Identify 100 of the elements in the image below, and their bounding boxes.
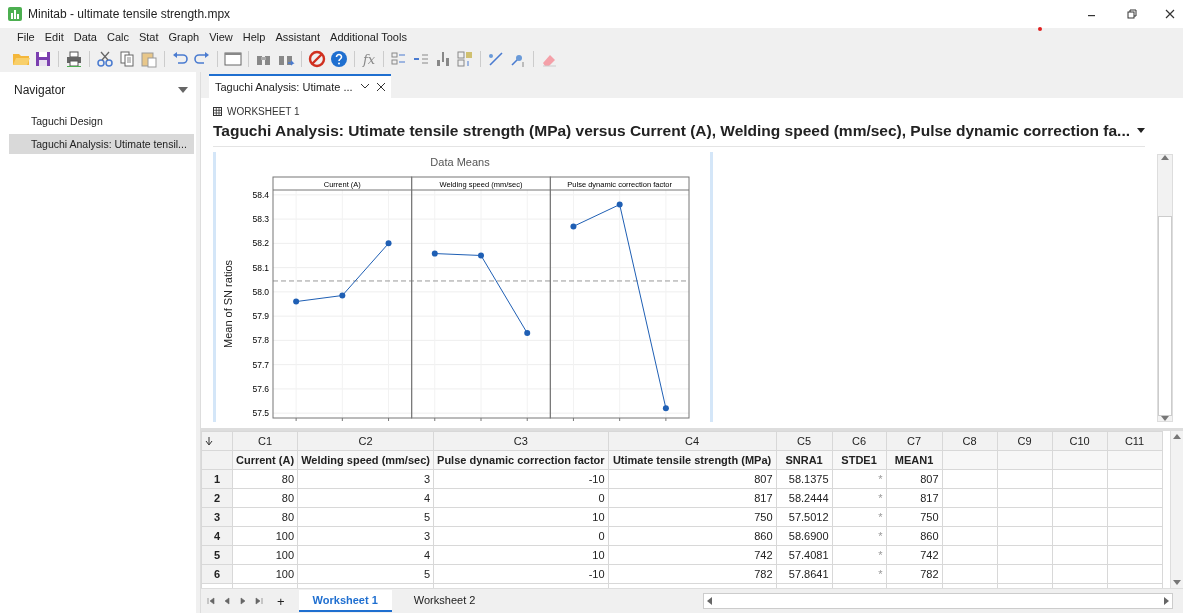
- scroll-left-icon[interactable]: [707, 597, 712, 606]
- column-header[interactable]: C11: [1107, 431, 1163, 451]
- scroll-up-icon[interactable]: [1161, 154, 1169, 160]
- close-icon[interactable]: [1165, 9, 1175, 19]
- column-header[interactable]: C6: [832, 431, 887, 451]
- point: [385, 240, 392, 247]
- tick-label: 58.1: [252, 262, 269, 273]
- table-cell: 750: [608, 507, 777, 527]
- table-cell: *: [832, 526, 887, 546]
- save-icon[interactable]: [34, 50, 52, 68]
- notification-dot: [1038, 27, 1042, 31]
- table-cell: 58.1375: [776, 469, 833, 489]
- table-cell: 860: [886, 526, 943, 546]
- table-cell: 782: [608, 564, 777, 584]
- table-cell: 10: [433, 545, 609, 565]
- scrollbar[interactable]: [1170, 431, 1183, 589]
- menu-item[interactable]: File: [12, 31, 40, 43]
- table-cell: 10: [433, 507, 609, 527]
- menu-item[interactable]: Calc: [101, 31, 134, 43]
- menu-item[interactable]: Edit: [39, 31, 69, 43]
- add-sheet-button[interactable]: +: [271, 593, 291, 609]
- table-cell: 100: [232, 545, 298, 565]
- table-cell: -10: [433, 564, 609, 584]
- scrollbar[interactable]: [703, 593, 1173, 610]
- menu-item[interactable]: Assistant: [270, 31, 326, 43]
- tick-label: 57.6: [252, 383, 269, 394]
- sheet-tab[interactable]: Worksheet 1: [298, 590, 392, 613]
- window-icon[interactable]: [224, 50, 242, 68]
- point: [570, 223, 577, 230]
- tick-label: 58.4: [252, 189, 269, 200]
- scrollbar[interactable]: [1157, 153, 1173, 422]
- menu-item[interactable]: Graph: [163, 31, 205, 43]
- window-title: Minitab - ultimate tensile strength.mpx: [28, 7, 231, 21]
- table-cell: 80: [232, 507, 298, 527]
- column-header[interactable]: C9: [997, 431, 1053, 451]
- column-header[interactable]: C7: [886, 431, 943, 451]
- table-cell: 80: [232, 469, 298, 489]
- restore-icon[interactable]: [1127, 9, 1137, 19]
- copy-icon[interactable]: [118, 50, 136, 68]
- arrow-down-icon[interactable]: [205, 436, 213, 446]
- table-cell: 5: [297, 564, 434, 584]
- column-header[interactable]: C5: [776, 431, 833, 451]
- chart-title: Data Means: [430, 155, 490, 168]
- menu-item[interactable]: View: [204, 31, 238, 43]
- table-cell: 5: [297, 507, 434, 527]
- table-cell: 57.4081: [776, 545, 833, 565]
- table-cell: *: [832, 469, 887, 489]
- table-cell: 742: [886, 545, 943, 565]
- chevron-down-icon[interactable]: [360, 84, 369, 90]
- column-header[interactable]: C3: [433, 431, 609, 451]
- grid-icon[interactable]: [456, 50, 475, 68]
- last-icon[interactable]: [255, 597, 263, 606]
- axis-title: Mean of SN ratios: [222, 259, 234, 348]
- next-icon[interactable]: [239, 597, 247, 606]
- navigator-item[interactable]: Taguchi Analysis: Utimate tensil...: [9, 134, 194, 154]
- table-cell: 817: [608, 488, 777, 508]
- scroll-right-icon[interactable]: [1164, 597, 1169, 606]
- table-cell: 817: [886, 488, 943, 508]
- table-cell: 0: [433, 526, 609, 546]
- column-header[interactable]: C4: [608, 431, 777, 451]
- column-header[interactable]: C1: [232, 431, 298, 451]
- tick-label: 58.0: [252, 286, 269, 297]
- help-icon[interactable]: [330, 50, 348, 68]
- close-icon[interactable]: [376, 82, 385, 91]
- menu-item[interactable]: Additional Tools: [325, 31, 412, 43]
- scroll-up-icon[interactable]: [1173, 434, 1181, 439]
- table-cell: 80: [232, 488, 298, 508]
- scroll-down-icon[interactable]: [1173, 580, 1181, 586]
- stop-icon[interactable]: [308, 50, 326, 68]
- table-cell: 0: [433, 488, 609, 508]
- print-icon[interactable]: [65, 50, 83, 68]
- paste-icon[interactable]: [140, 50, 158, 68]
- table-cell: -10: [433, 469, 609, 489]
- point: [293, 298, 300, 305]
- table-cell: 57.5012: [776, 507, 833, 527]
- table-cell: 3: [297, 469, 434, 489]
- menu-item[interactable]: Data: [68, 31, 102, 43]
- column-header[interactable]: C10: [1052, 431, 1108, 451]
- tick-label: 57.9: [252, 311, 269, 321]
- column-header[interactable]: C8: [942, 431, 998, 451]
- caret-down-icon[interactable]: [1137, 128, 1145, 134]
- tick-label: 57.7: [252, 359, 269, 370]
- panel-title: Navigator: [14, 83, 66, 97]
- document-tab[interactable]: Taguchi Analysis: Utimate ...: [209, 73, 391, 98]
- point: [431, 250, 438, 257]
- first-icon[interactable]: [207, 597, 215, 606]
- table-cell: 860: [608, 526, 777, 546]
- tick-label: 57.5: [252, 408, 269, 418]
- app-logo-icon: [8, 7, 22, 21]
- menu-item[interactable]: Stat: [133, 31, 164, 43]
- cut-icon[interactable]: [96, 50, 114, 68]
- table-cell: *: [832, 488, 887, 508]
- table-cell: 58.6900: [776, 526, 833, 546]
- previous-icon[interactable]: [223, 597, 231, 606]
- menu-item[interactable]: Help: [237, 31, 271, 43]
- column-header[interactable]: C2: [297, 431, 434, 451]
- navigator-item[interactable]: Taguchi Design: [9, 111, 194, 131]
- table-cell: 4: [297, 545, 434, 565]
- sheet-tab[interactable]: Worksheet 2: [399, 590, 490, 613]
- point: [524, 329, 531, 336]
